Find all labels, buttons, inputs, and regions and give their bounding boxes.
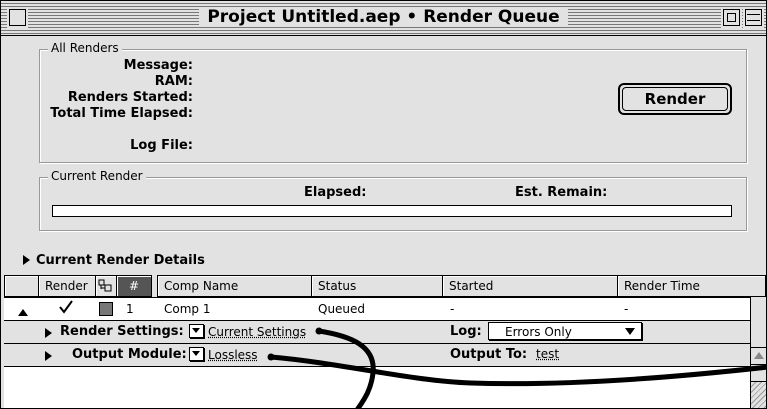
column-header-number[interactable]: #	[116, 275, 152, 297]
column-header-spacer	[4, 275, 39, 297]
queue-item-comp-name: Comp 1	[164, 302, 211, 316]
title-bar[interactable]: Project Untitled.aep • Render Queue	[1, 1, 766, 36]
render-settings-label: Render Settings:	[60, 324, 184, 339]
current-render-group: Current Render	[39, 169, 747, 231]
render-checkbox[interactable]	[58, 299, 74, 318]
column-header-label[interactable]	[95, 275, 117, 297]
resize-grip-icon[interactable]	[751, 381, 766, 408]
current-render-details-label: Current Render Details	[36, 253, 205, 268]
log-file-label: Log File:	[130, 138, 193, 153]
render-button[interactable]: Render	[618, 83, 732, 115]
label-column-icon	[98, 279, 112, 292]
message-label: Message:	[123, 58, 193, 73]
column-header-render[interactable]: Render	[38, 275, 96, 297]
column-header-started[interactable]: Started	[442, 275, 618, 297]
render-settings-triangle-icon[interactable]	[45, 326, 58, 340]
elapsed-label: Elapsed:	[304, 185, 367, 200]
label-color-swatch[interactable]	[99, 302, 113, 316]
popup-arrow-icon[interactable]	[189, 347, 204, 361]
disclosure-triangle-icon[interactable]	[23, 255, 30, 265]
dropdown-arrow-icon	[625, 328, 635, 335]
output-to-value[interactable]: test	[536, 347, 559, 361]
output-module-row: Output Module: Lossless Output To: test	[4, 344, 750, 367]
ram-label: RAM:	[154, 74, 193, 89]
queue-item-number: 1	[126, 302, 134, 316]
renders-started-label: Renders Started:	[67, 90, 193, 105]
queue-item-row[interactable]: 1 Comp 1 Queued - -	[4, 298, 750, 321]
output-module-triangle-icon[interactable]	[45, 349, 58, 363]
expand-triangle-icon[interactable]	[18, 305, 28, 319]
scroll-up-arrow-icon[interactable]	[751, 347, 766, 365]
render-button-label: Render	[644, 90, 706, 108]
output-module-label: Output Module:	[72, 347, 187, 362]
column-header-status[interactable]: Status	[311, 275, 443, 297]
column-header-render-time[interactable]: Render Time	[617, 275, 766, 297]
column-header-comp-name[interactable]: Comp Name	[157, 275, 312, 297]
collapse-box-icon[interactable]	[745, 9, 762, 26]
queue-item-status: Queued	[318, 302, 366, 316]
output-module-value[interactable]: Lossless	[208, 348, 258, 362]
zoom-box-icon[interactable]	[723, 9, 740, 26]
output-to-label: Output To:	[450, 347, 528, 362]
render-queue-list: 1 Comp 1 Queued - - Render Settings: Cur…	[4, 297, 750, 408]
current-render-group-label: Current Render	[48, 169, 146, 183]
total-time-elapsed-label: Total Time Elapsed:	[50, 106, 193, 121]
current-render-details-toggle[interactable]: Current Render Details	[23, 253, 205, 268]
log-label: Log:	[450, 324, 482, 339]
render-progress-bar	[52, 205, 732, 217]
log-popup-menu[interactable]: Errors Only	[488, 322, 642, 340]
window-title: Project Untitled.aep • Render Queue	[199, 7, 568, 27]
checkmark-icon	[59, 300, 73, 314]
popup-arrow-icon[interactable]	[189, 324, 204, 338]
vertical-scrollbar[interactable]	[750, 297, 766, 408]
queue-item-started: -	[450, 302, 455, 316]
est-remain-label: Est. Remain:	[515, 185, 608, 200]
render-queue-window: Project Untitled.aep • Render Queue All …	[0, 0, 767, 409]
queue-item-render-time: -	[624, 302, 629, 316]
output-module-popup[interactable]: Lossless	[186, 347, 258, 362]
render-settings-row: Render Settings: Current Settings Log: E…	[4, 321, 750, 344]
render-settings-value[interactable]: Current Settings	[208, 325, 306, 339]
all-renders-group-label: All Renders	[48, 41, 122, 55]
log-value: Errors Only	[505, 325, 572, 339]
render-settings-popup[interactable]: Current Settings	[186, 324, 306, 339]
